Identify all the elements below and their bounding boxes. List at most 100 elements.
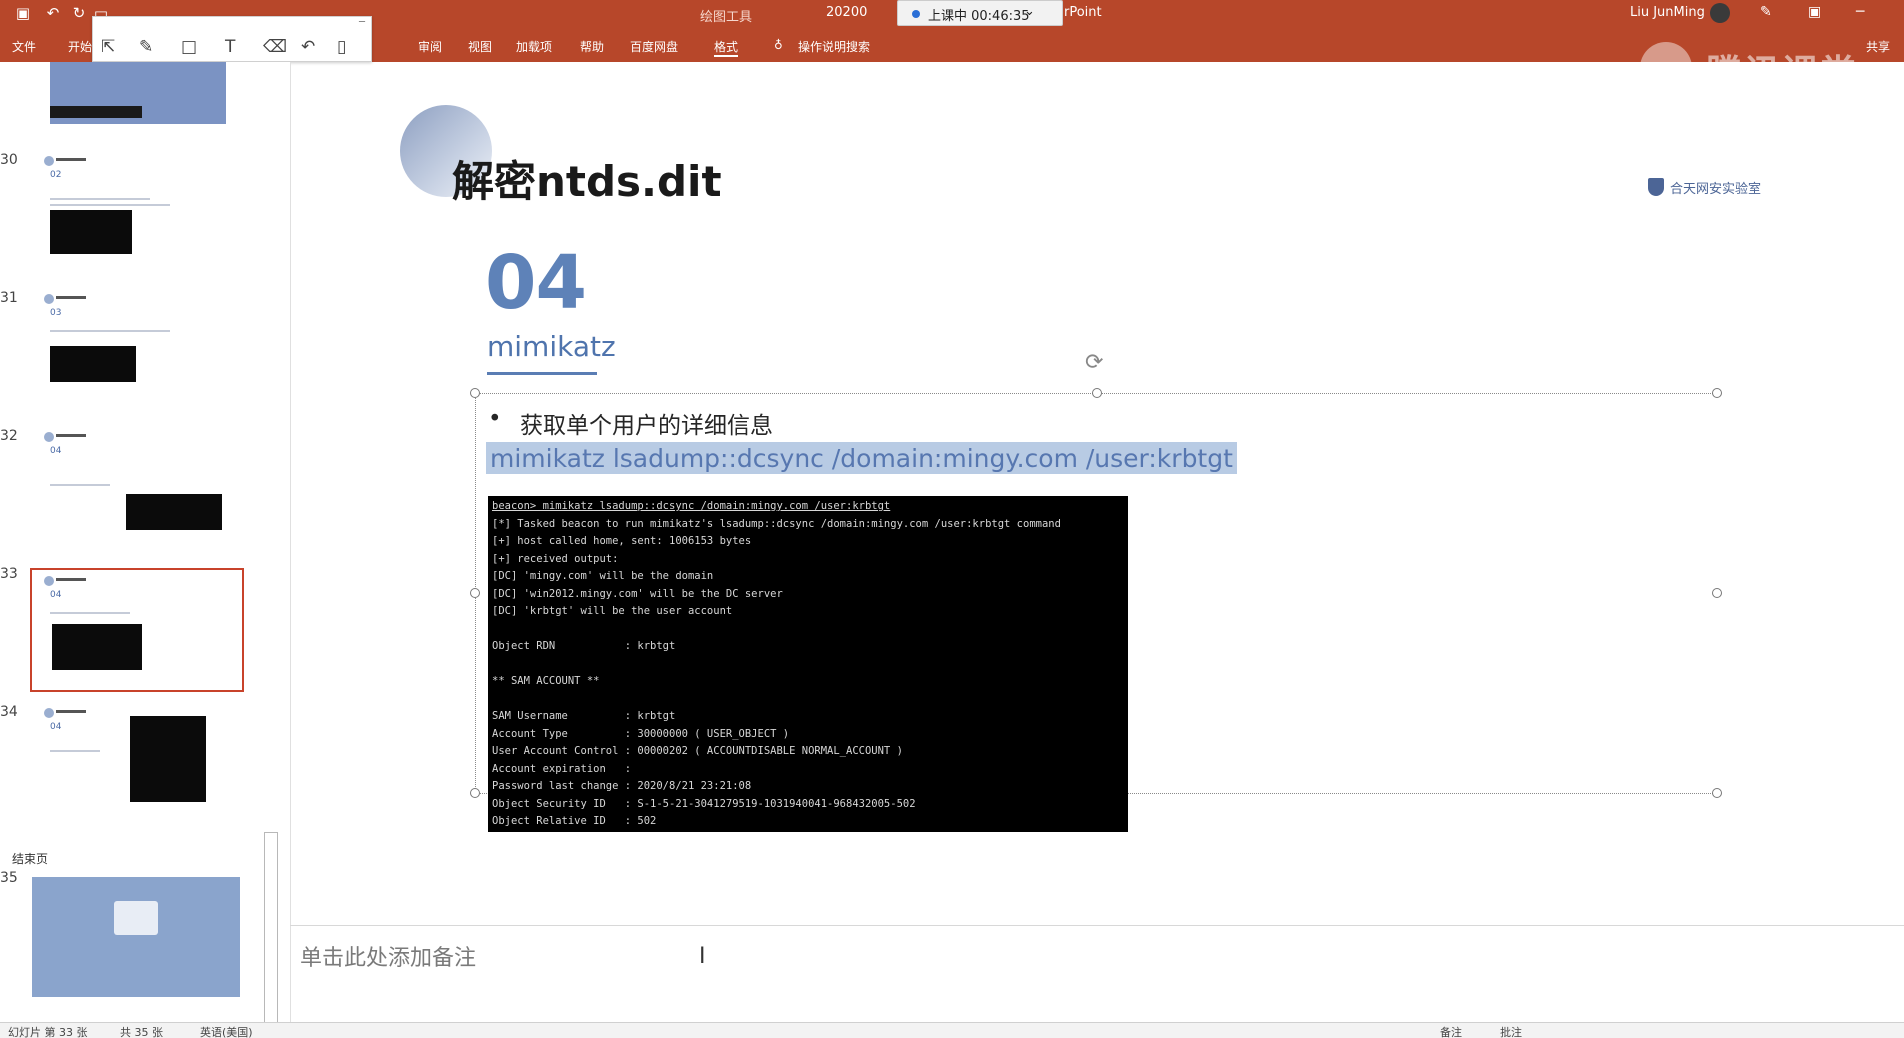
minimize-icon[interactable]: ─	[1856, 4, 1864, 20]
pane-divider[interactable]	[290, 62, 291, 1022]
thumbnail-sub: 03	[50, 308, 62, 318]
section-number[interactable]: 04	[485, 240, 587, 326]
resize-handle[interactable]	[1092, 388, 1102, 398]
pen-icon[interactable]: ✎	[1760, 4, 1772, 20]
user-name[interactable]: Liu JunMing	[1630, 5, 1705, 20]
notes-button[interactable]: 备注	[1440, 1024, 1462, 1038]
slide-thumbnail-pane: 30 02 31 03 32 04 33 04 34 04 结束页 35	[0, 62, 290, 1038]
avatar[interactable]	[1710, 3, 1730, 23]
resize-handle[interactable]	[1712, 388, 1722, 398]
terminal-screenshot[interactable]: beacon> mimikatz lsadump::dcsync /domain…	[488, 496, 1128, 832]
terminal-line: [+] received output:	[492, 552, 619, 565]
pointer-icon[interactable]: ⇱	[101, 37, 115, 57]
resize-handle[interactable]	[470, 588, 480, 598]
powerpoint-window: ▣ ↶ ↻ ▭ 绘图工具 20200 rPoint Liu JunMing ✎ …	[0, 0, 1904, 1038]
terminal-line: [DC] 'win2012.mingy.com' will be the DC …	[492, 587, 783, 600]
terminal-line: Account expiration :	[492, 762, 632, 775]
thumbnail-slide-31[interactable]: 03	[40, 290, 240, 408]
tab-view[interactable]: 视图	[468, 38, 492, 55]
text-tool-icon[interactable]: T	[225, 37, 235, 57]
tell-me-search[interactable]: 操作说明搜索	[798, 38, 870, 55]
terminal-line: Object Security ID : S-1-5-21-3041279519…	[492, 797, 916, 810]
subtitle-underline	[487, 372, 597, 375]
slide-logo-text: 合天网安实验室	[1670, 182, 1762, 197]
terminal-line: Account Type : 30000000 ( USER_OBJECT )	[492, 727, 790, 740]
undo-draw-icon[interactable]: ↶	[301, 37, 315, 57]
document-title: 20200	[826, 5, 868, 20]
context-tool-label: 绘图工具	[700, 10, 753, 25]
section-subtitle[interactable]: mimikatz	[487, 330, 616, 363]
terminal-line: Object Relative ID : 502	[492, 815, 657, 827]
thumbnail-sub: 04	[50, 722, 62, 732]
notes-placeholder[interactable]: 单击此处添加备注	[300, 940, 476, 972]
thumbnail-slide-33[interactable]: 04	[40, 572, 240, 690]
thumbnail-slide-30[interactable]: 02	[40, 152, 240, 270]
slide-title[interactable]: 解密ntds.dit	[452, 148, 722, 209]
chevron-down-icon[interactable]: ⌄	[1024, 4, 1035, 19]
notes-divider[interactable]	[290, 925, 1904, 926]
text-cursor-icon: I	[699, 944, 706, 969]
close-icon[interactable]: ─	[359, 17, 365, 28]
lightbulb-icon: ♁	[774, 38, 783, 52]
redo-icon[interactable]: ↻	[70, 4, 88, 22]
slide-total: 共 35 张	[120, 1026, 163, 1038]
resize-handle[interactable]	[470, 788, 480, 798]
command-text-selected[interactable]: mimikatz lsadump::dcsync /domain:mingy.c…	[486, 442, 1237, 474]
ribbon-display-icon[interactable]: ▣	[1808, 4, 1821, 20]
terminal-line: ** SAM ACCOUNT **	[492, 675, 600, 687]
thumbnail-sub: 02	[50, 170, 62, 180]
thumbnail-slide-35[interactable]	[32, 877, 240, 997]
tab-baidu-netdisk[interactable]: 百度网盘	[630, 38, 678, 55]
shield-icon	[1648, 178, 1664, 196]
thumbnail-number: 35	[0, 870, 18, 886]
comments-button[interactable]: 批注	[1500, 1024, 1522, 1038]
tab-home[interactable]: 开始	[68, 38, 92, 55]
tab-format[interactable]: 格式	[714, 38, 739, 57]
bullet-dot: •	[488, 406, 502, 432]
play-icon	[1640, 42, 1692, 94]
recording-dot-icon	[912, 10, 920, 18]
thumbnail-29-partial[interactable]	[50, 62, 226, 124]
terminal-line: Object RDN : krbtgt	[492, 640, 676, 652]
thumbnail-sub: 04	[50, 446, 62, 456]
slide-position: 幻灯片 第 33 张	[8, 1026, 88, 1038]
terminal-line: SAM Username : krbtgt	[492, 710, 676, 722]
drawing-toolbar: ─ ⇱ ✎ □ T ⌫ ↶ ▯	[92, 16, 372, 62]
language[interactable]: 英语(美国)	[200, 1024, 253, 1038]
class-timer[interactable]: 上课中 00:46:35 ⌄	[897, 0, 1063, 26]
app-title: rPoint	[1064, 5, 1102, 20]
watermark-logo: 腾讯课堂	[1640, 38, 1900, 98]
resize-handle[interactable]	[470, 388, 480, 398]
eraser-icon[interactable]: ⌫	[263, 37, 287, 57]
terminal-line: [DC] 'krbtgt' will be the user account	[492, 605, 733, 617]
terminal-line: [DC] 'mingy.com' will be the domain	[492, 570, 714, 582]
section-label[interactable]: 结束页	[12, 850, 48, 867]
resize-handle[interactable]	[1712, 788, 1722, 798]
terminal-line: beacon> mimikatz lsadump::dcsync /domain…	[492, 500, 891, 512]
undo-icon[interactable]: ↶	[44, 4, 62, 22]
status-bar: 幻灯片 第 33 张 共 35 张 英语(美国) 备注 批注	[0, 1022, 1904, 1038]
rotate-handle-icon[interactable]: ⟳	[1085, 350, 1103, 375]
terminal-line: Password last change : 2020/8/21 23:21:0…	[492, 780, 752, 792]
thumbnail-number: 32	[0, 428, 18, 444]
pen-tool-icon[interactable]: ✎	[139, 37, 153, 57]
watermark-brand: 腾讯课堂	[1706, 53, 1859, 94]
thumbnail-scrollbar[interactable]	[264, 832, 278, 1038]
thumbnail-slide-32[interactable]: 04	[40, 428, 240, 546]
save-icon[interactable]: ▣	[14, 4, 32, 22]
rectangle-tool-icon[interactable]: □	[181, 37, 197, 57]
tab-help[interactable]: 帮助	[580, 38, 604, 55]
bullet-text: 获取单个用户的详细信息	[520, 413, 773, 439]
delete-icon[interactable]: ▯	[337, 37, 346, 57]
tab-file[interactable]: 文件	[12, 38, 36, 55]
resize-handle[interactable]	[1712, 588, 1722, 598]
tab-review[interactable]: 审阅	[418, 38, 442, 55]
tab-addins[interactable]: 加载项	[516, 38, 552, 55]
thumbnail-slide-34[interactable]: 04	[40, 704, 240, 822]
terminal-line: [+] host called home, sent: 1006153 byte…	[492, 535, 752, 547]
thumbnail-sub: 04	[50, 590, 62, 600]
timer-text: 上课中 00:46:35	[928, 9, 1030, 24]
